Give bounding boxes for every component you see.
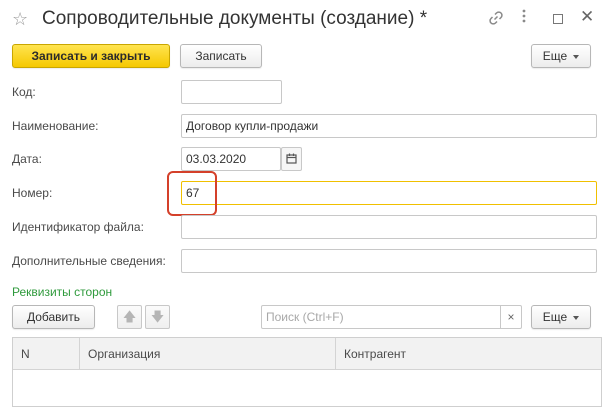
section-more-button[interactable]: Еще xyxy=(531,305,591,329)
table-header: N Организация Контрагент xyxy=(13,338,601,370)
column-header-organization[interactable]: Организация xyxy=(80,338,336,370)
move-down-button[interactable]: 🡇 xyxy=(145,305,170,329)
code-input[interactable] xyxy=(181,80,282,104)
chevron-down-icon xyxy=(573,315,580,320)
more-button[interactable]: Еще xyxy=(531,44,591,68)
code-label: Код: xyxy=(12,85,36,99)
file-id-input[interactable] xyxy=(181,215,597,239)
more-button-label: Еще xyxy=(542,49,568,63)
number-input[interactable]: 67 xyxy=(181,181,597,205)
arrow-up-icon: 🡅 xyxy=(122,309,137,324)
more-vert-icon[interactable] xyxy=(516,8,532,28)
favorite-star-icon[interactable]: ☆ xyxy=(12,9,28,29)
search-placeholder: Поиск (Ctrl+F) xyxy=(266,310,344,324)
link-icon[interactable] xyxy=(488,10,504,26)
column-header-counterparty[interactable]: Контрагент xyxy=(336,338,601,370)
name-input[interactable]: Договор купли-продажи xyxy=(181,114,597,138)
section-title: Реквизиты сторон xyxy=(12,285,113,299)
maximize-icon[interactable] xyxy=(553,14,563,24)
date-label: Дата: xyxy=(12,152,42,166)
chevron-down-icon xyxy=(573,54,580,59)
calendar-icon xyxy=(286,153,297,164)
column-header-n[interactable]: N xyxy=(13,338,80,370)
window-title: Сопроводительные документы (создание) * xyxy=(42,8,428,29)
highlight-frame xyxy=(167,171,217,216)
add-button[interactable]: Добавить xyxy=(12,305,95,329)
move-up-button[interactable]: 🡅 xyxy=(117,305,142,329)
extra-info-label: Дополнительные сведения: xyxy=(12,254,166,268)
arrow-down-icon: 🡇 xyxy=(150,309,165,324)
close-icon[interactable]: ✕ xyxy=(580,7,594,27)
search-input[interactable]: Поиск (Ctrl+F) × xyxy=(261,305,522,329)
name-label: Наименование: xyxy=(12,119,99,133)
clear-search-button[interactable]: × xyxy=(500,306,521,328)
date-input[interactable]: 03.03.2020 xyxy=(181,147,281,171)
extra-info-input[interactable] xyxy=(181,249,597,273)
save-and-close-button[interactable]: Записать и закрыть xyxy=(12,44,170,68)
file-id-label: Идентификатор файла: xyxy=(12,220,144,234)
number-label: Номер: xyxy=(12,186,53,200)
parties-table: N Организация Контрагент xyxy=(12,337,602,407)
calendar-button[interactable] xyxy=(281,147,302,171)
section-more-label: Еще xyxy=(542,310,568,324)
save-button[interactable]: Записать xyxy=(180,44,262,68)
